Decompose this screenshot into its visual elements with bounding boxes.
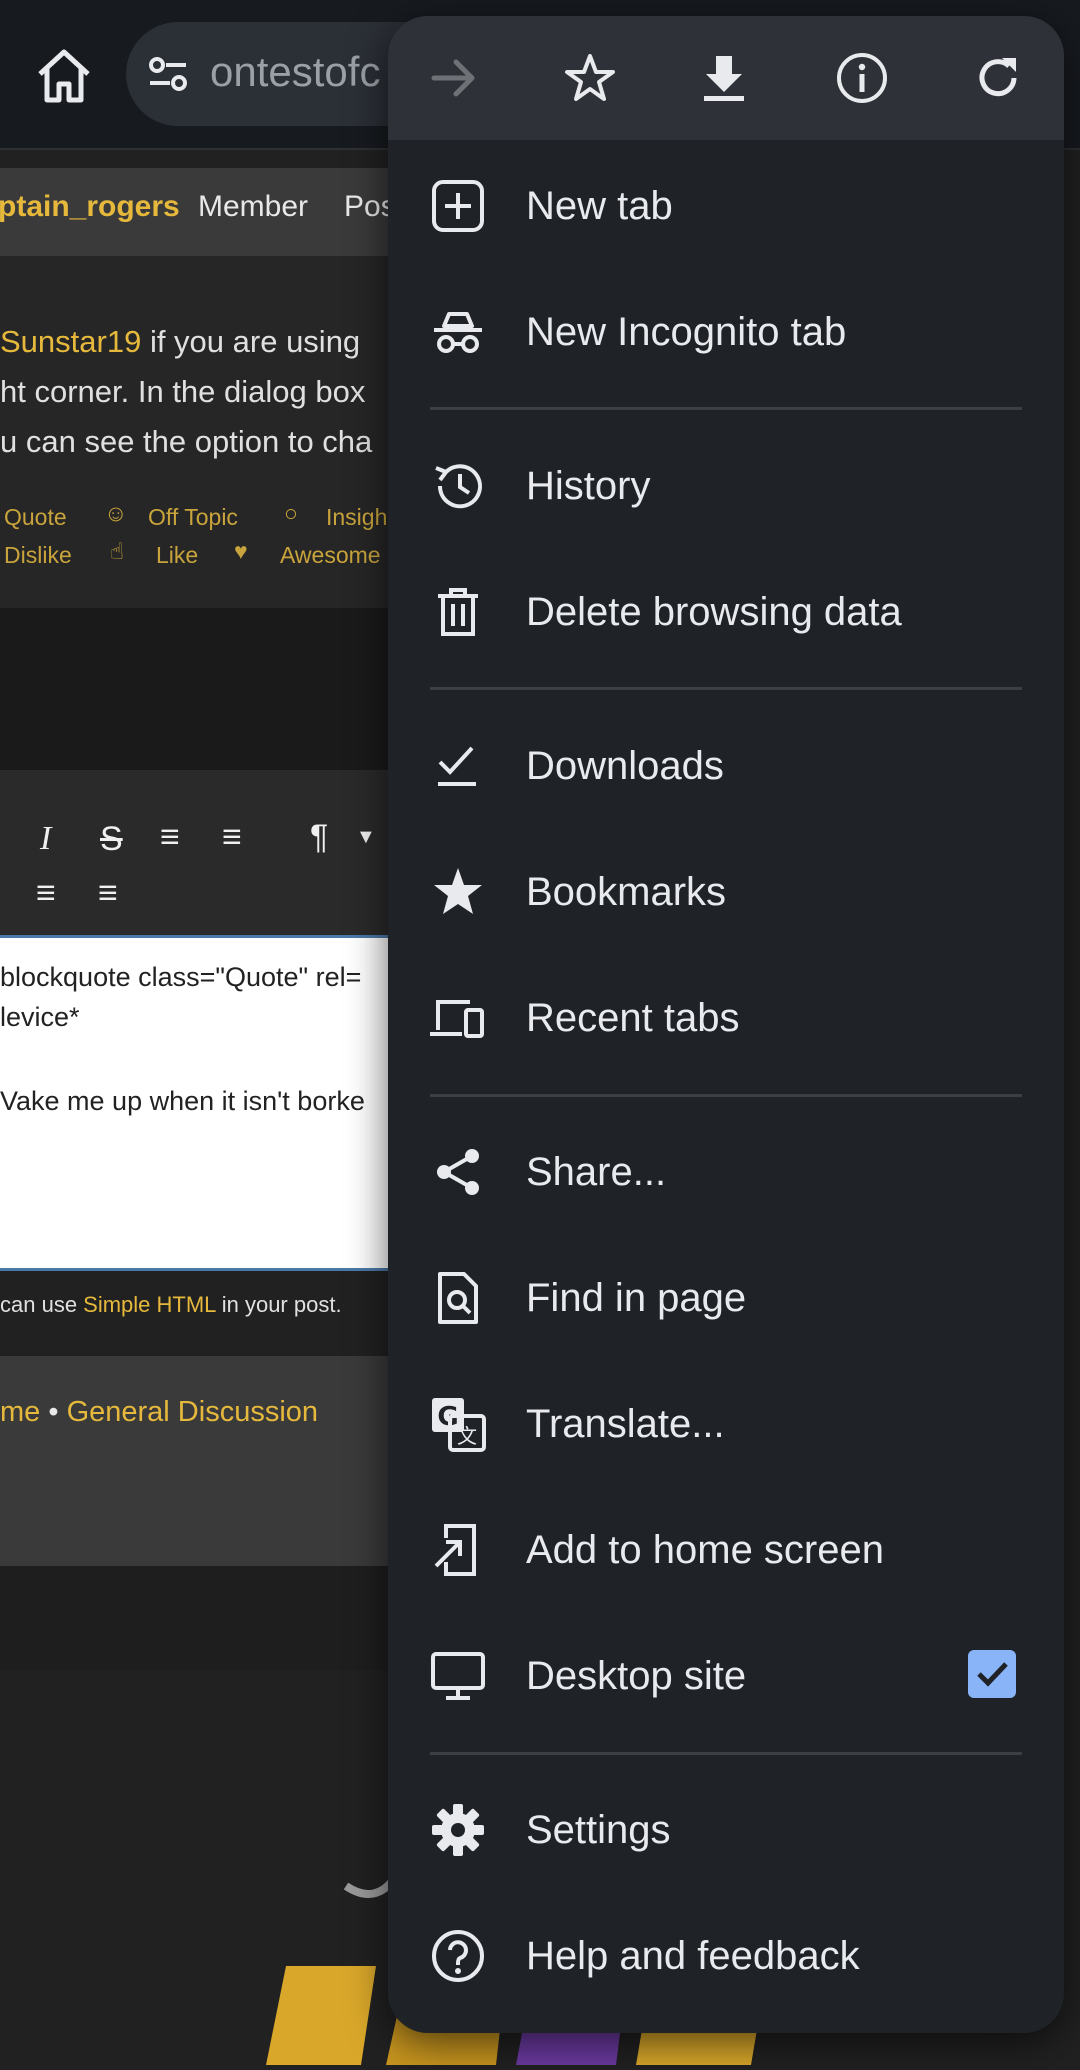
incognito-icon — [430, 304, 486, 360]
menu-label: Recent tabs — [526, 996, 740, 1040]
author-name[interactable]: ptain_rogers — [0, 190, 180, 224]
download-icon[interactable] — [694, 48, 754, 108]
smile-icon: ☺ — [104, 500, 128, 526]
reaction-quote[interactable]: Quote — [4, 504, 67, 531]
reaction-off-topic[interactable]: Off Topic — [148, 504, 238, 531]
star-outline-icon[interactable] — [560, 48, 620, 108]
menu-label: Share... — [526, 1150, 667, 1194]
ordered-list-icon[interactable]: ≡ — [160, 818, 180, 857]
desktop-site-checkbox[interactable] — [968, 1650, 1016, 1698]
menu-item-share[interactable]: Share... — [388, 1112, 1064, 1232]
editor-toolbar: I S ≡ ≡ ¶ ▼ ≡ ≡ — [0, 770, 420, 935]
reaction-awesome[interactable]: Awesome — [280, 542, 381, 569]
menu-divider — [430, 687, 1022, 690]
menu-item-new-incognito-tab[interactable]: New Incognito tab — [388, 272, 1064, 392]
menu-item-find-in-page[interactable]: Find in page — [388, 1238, 1064, 1358]
add-to-home-screen-icon — [430, 1522, 486, 1578]
menu-divider — [430, 407, 1022, 410]
post-line: ht corner. In the dialog box — [0, 374, 366, 409]
lightbulb-icon: ○ — [284, 500, 298, 526]
home-icon[interactable] — [32, 44, 96, 108]
menu-label: Desktop site — [526, 1654, 747, 1698]
menu-label: Downloads — [526, 744, 724, 788]
menu-label: New tab — [526, 184, 673, 228]
menu-item-desktop-site[interactable]: Desktop site — [388, 1616, 1064, 1736]
svg-text:文: 文 — [457, 1424, 477, 1448]
url-text: ontestofc — [210, 48, 381, 95]
menu-label: History — [526, 464, 651, 508]
share-icon — [430, 1144, 486, 1200]
paragraph-icon[interactable]: ¶ — [310, 818, 328, 857]
menu-item-bookmarks[interactable]: Bookmarks — [388, 832, 1064, 952]
new-tab-icon — [430, 178, 486, 234]
author-role: Member — [198, 190, 309, 223]
heart-icon: ♥ — [234, 538, 248, 564]
menu-item-add-to-home-screen[interactable]: Add to home screen — [388, 1490, 1064, 1610]
italic-icon[interactable]: I — [40, 820, 51, 858]
post-line: Sunstar19 if you are using — [0, 324, 361, 359]
simple-html-link[interactable]: Simple HTML — [83, 1292, 215, 1317]
menu-item-recent-tabs[interactable]: Recent tabs — [388, 958, 1064, 1078]
page-spacer — [0, 608, 420, 770]
editor-line: Vake me up when it isn't borke — [0, 1086, 365, 1116]
overflow-menu: New tab New Incognito tab History Delete… — [388, 16, 1064, 2033]
breadcrumb-category[interactable]: General Discussion — [67, 1396, 318, 1428]
forward-icon[interactable] — [424, 48, 484, 108]
reload-icon[interactable] — [968, 48, 1028, 108]
history-icon — [430, 458, 486, 514]
post-body: Sunstar19 if you are using ht corner. In… — [0, 256, 420, 608]
breadcrumb: me • General Discussion — [0, 1356, 420, 1566]
reaction-dislike[interactable]: Dislike — [4, 542, 72, 569]
chevron-down-icon[interactable]: ▼ — [356, 826, 376, 849]
gear-icon — [430, 1802, 486, 1858]
menu-label: Bookmarks — [526, 870, 727, 914]
menu-item-history[interactable]: History — [388, 426, 1064, 546]
trash-icon — [430, 584, 486, 640]
editor-line: blockquote class="Quote" rel= — [0, 962, 362, 992]
find-in-page-icon — [430, 1270, 486, 1326]
menu-item-settings[interactable]: Settings — [388, 1770, 1064, 1890]
info-icon[interactable] — [832, 48, 892, 108]
user-mention[interactable]: Sunstar19 — [0, 324, 141, 359]
reaction-like[interactable]: Like — [156, 542, 198, 569]
menu-label: Delete browsing data — [526, 590, 902, 634]
breadcrumb-home[interactable]: me — [0, 1396, 40, 1428]
desktop-icon — [430, 1648, 486, 1704]
help-icon — [430, 1928, 486, 1984]
strikethrough-icon[interactable]: S — [100, 820, 123, 859]
menu-divider — [430, 1094, 1022, 1097]
menu-item-new-tab[interactable]: New tab — [388, 146, 1064, 266]
menu-label: Translate... — [526, 1402, 725, 1446]
menu-item-downloads[interactable]: Downloads — [388, 706, 1064, 826]
post-line: u can see the option to cha — [0, 424, 373, 459]
thumbs-up-icon: ☝ — [110, 538, 125, 564]
menu-action-row — [388, 16, 1064, 140]
menu-label: Add to home screen — [526, 1528, 884, 1572]
align-right-icon[interactable]: ≡ — [98, 874, 118, 913]
post-editor[interactable]: blockquote class="Quote" rel= levice* Va… — [0, 935, 400, 1271]
downloads-check-icon — [430, 738, 486, 794]
bullet-list-icon[interactable]: ≡ — [222, 818, 242, 857]
editor-line: levice* — [0, 1002, 80, 1032]
post-author-bar: ptain_rogers Member Pos — [0, 168, 420, 256]
menu-divider — [430, 1752, 1022, 1755]
align-center-icon[interactable]: ≡ — [36, 874, 56, 913]
star-icon — [430, 864, 486, 920]
menu-item-delete-browsing-data[interactable]: Delete browsing data — [388, 552, 1064, 672]
editor-hint: can use Simple HTML in your post. — [0, 1292, 342, 1317]
site-settings-icon[interactable] — [146, 52, 190, 96]
menu-item-help-and-feedback[interactable]: Help and feedback — [388, 1896, 1064, 2016]
translate-icon: G文 — [430, 1396, 486, 1452]
menu-label: Help and feedback — [526, 1934, 860, 1978]
devices-icon — [430, 990, 486, 1046]
menu-label: New Incognito tab — [526, 310, 847, 354]
reaction-insightful[interactable]: Insigh — [326, 504, 387, 531]
menu-item-translate[interactable]: G文 Translate... — [388, 1364, 1064, 1484]
checkmark-icon — [977, 1662, 1008, 1687]
menu-label: Settings — [526, 1808, 671, 1852]
menu-label: Find in page — [526, 1276, 747, 1320]
footer-band — [0, 1566, 420, 1670]
